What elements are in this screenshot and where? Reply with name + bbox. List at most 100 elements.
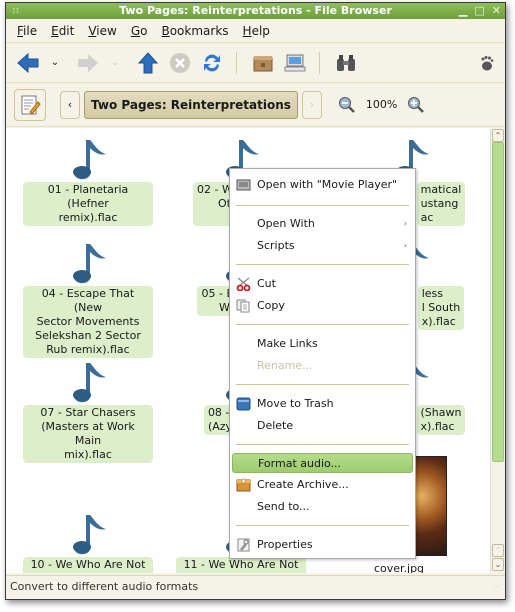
menu-separator <box>236 384 409 385</box>
toolbar: ⌄ ⌄ <box>6 43 505 83</box>
maximize-button[interactable]: □ <box>474 3 484 19</box>
file-name-line: ac <box>420 211 434 224</box>
menu-bookmarks[interactable]: Bookmarks <box>154 24 235 38</box>
copy-icon <box>236 299 250 313</box>
resize-grip[interactable]: ⋰ <box>493 576 501 598</box>
back-history-button[interactable]: ⌄ <box>48 51 62 75</box>
chevron-down-icon: ⌄ <box>50 57 60 68</box>
scroll-up-button[interactable]: ⌃ <box>492 129 504 142</box>
scrollbar-thumb[interactable] <box>492 142 504 462</box>
zoom-out-icon <box>338 96 355 113</box>
up-button[interactable] <box>136 51 160 75</box>
file-item[interactable]: 01 - Planetaria (Hefner remix).flac <box>23 138 153 226</box>
binoculars-icon <box>337 54 355 71</box>
menu-separator <box>236 525 409 526</box>
file-name-line: 07 - Star Chasers <box>40 406 136 419</box>
menu-item-copy[interactable]: Copy <box>230 296 415 316</box>
forward-icon <box>78 53 98 72</box>
file-name-line: 11 - We Who Are Not as <box>183 558 299 573</box>
zoom-level[interactable]: 100% <box>366 98 397 111</box>
file-name-line: ustang <box>420 197 459 210</box>
file-name-line: Rub remix).flac <box>46 343 130 356</box>
forward-button[interactable] <box>76 51 100 75</box>
menu-item-format-audio[interactable]: Format audio... <box>232 453 413 473</box>
menu-file[interactable]: File <box>10 24 44 38</box>
back-button[interactable] <box>16 51 40 75</box>
menu-item-rename[interactable]: Rename... <box>230 356 415 376</box>
chevron-left-icon: ‹ <box>67 98 73 111</box>
gnome-foot-icon <box>481 55 494 70</box>
menu-view[interactable]: View <box>81 24 123 38</box>
file-name-line: (Masters at Work Main <box>41 420 135 447</box>
toolbar-separator <box>236 51 237 74</box>
audio-file-icon <box>73 140 106 180</box>
audio-file-icon <box>73 363 106 403</box>
file-name-line: x).flac <box>420 420 455 433</box>
computer-icon <box>284 54 306 71</box>
menu-item-make-links[interactable]: Make Links <box>230 334 415 354</box>
window-menu-grip[interactable]: :: <box>12 3 19 19</box>
file-item[interactable]: 04 - Escape That (New Sector Movements Sel… <box>23 242 153 358</box>
file-item[interactable]: 07 - Star Chasers (Masters at Work Main mi… <box>23 361 153 463</box>
location-bar: ‹ Two Pages: Reinterpretations › 100% <box>6 83 505 127</box>
path-button-current[interactable]: Two Pages: Reinterpretations <box>84 90 298 119</box>
file-name-line: 10 - We Who Are Not as <box>30 558 146 573</box>
cover-image-thumbnail[interactable] <box>411 456 447 556</box>
menu-item-move-to-trash[interactable]: Move to Trash <box>230 394 415 414</box>
movie-player-icon <box>236 179 251 191</box>
file-name-line: cover.jpg <box>373 562 425 573</box>
file-name-line: Sector Movements <box>36 315 140 328</box>
search-button[interactable] <box>334 51 358 75</box>
home-button[interactable] <box>251 51 275 75</box>
path-scroll-left-button[interactable]: ‹ <box>60 90 80 119</box>
menu-edit[interactable]: Edit <box>44 24 81 38</box>
scroll-down-button[interactable]: ⌄ <box>492 558 504 571</box>
menu-help[interactable]: Help <box>236 24 277 38</box>
stop-icon <box>170 52 190 73</box>
file-item[interactable]: 10 - We Who Are Not as <box>23 513 153 573</box>
toggle-location-entry-button[interactable] <box>14 88 46 121</box>
toolbar-separator <box>319 51 320 74</box>
file-name-line: remix).flac <box>58 211 118 224</box>
menu-separator <box>236 264 409 265</box>
archive-icon <box>236 478 251 492</box>
menu-item-create-archive[interactable]: Create Archive... <box>230 475 415 495</box>
file-name-line: matical <box>420 183 462 196</box>
title-bar[interactable]: :: Two Pages: Reinterpretations - File B… <box>6 3 505 19</box>
chevron-right-icon: › <box>309 98 315 111</box>
stop-button[interactable] <box>168 51 192 75</box>
menu-item-delete[interactable]: Delete <box>230 416 415 436</box>
menu-separator <box>236 444 409 445</box>
status-bar: Convert to different audio formats ⋰ <box>6 575 505 599</box>
file-name-line: x).flac <box>421 315 456 328</box>
submenu-arrow-icon: › <box>403 241 407 250</box>
computer-button[interactable] <box>283 51 307 75</box>
menu-bar: File Edit View Go Bookmarks Help <box>6 19 505 43</box>
zoom-in-icon <box>408 96 425 113</box>
up-icon <box>138 51 158 73</box>
scroll-up-button[interactable]: ⌃ <box>492 544 504 557</box>
file-name-line: Selekshan 2 Sector <box>35 329 141 342</box>
reload-button[interactable] <box>200 51 224 75</box>
status-text: Convert to different audio formats <box>10 580 199 593</box>
menu-go[interactable]: Go <box>124 24 155 38</box>
menu-item-open-with[interactable]: Open With › <box>230 214 415 234</box>
reload-icon <box>204 54 220 71</box>
menu-item-cut[interactable]: Cut <box>230 274 415 294</box>
submenu-arrow-icon: › <box>403 219 407 228</box>
file-name-line: (Shawn <box>420 406 462 419</box>
minimize-button[interactable]: ▁ <box>459 3 467 19</box>
vertical-scrollbar[interactable]: ⌃ ⌃ ⌄ <box>490 128 505 573</box>
file-name-line: 04 - Escape That (New <box>41 287 135 314</box>
menu-item-open-with-movie-player[interactable]: Open with "Movie Player" <box>230 175 415 195</box>
menu-item-send-to[interactable]: Send to... <box>230 497 415 517</box>
menu-item-scripts[interactable]: Scripts › <box>230 236 415 256</box>
zoom-in-button[interactable] <box>407 96 425 114</box>
forward-history-button[interactable]: ⌄ <box>108 51 122 75</box>
menu-separator <box>236 324 409 325</box>
file-item[interactable]: cover.jpg <box>334 561 464 573</box>
zoom-out-button[interactable] <box>338 96 356 114</box>
close-button[interactable]: ✕ <box>492 3 501 19</box>
path-scroll-right-button[interactable]: › <box>301 90 322 119</box>
menu-item-properties[interactable]: Properties <box>230 535 415 555</box>
